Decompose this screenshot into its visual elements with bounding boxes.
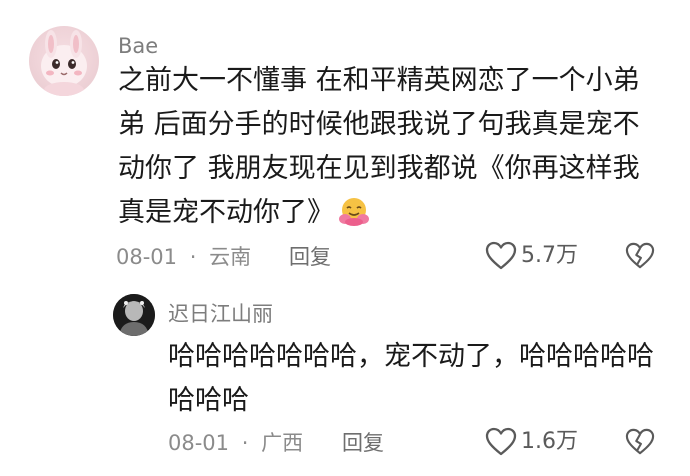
comment-location: 广西 [261,431,304,455]
like-button[interactable]: 1.6万 [485,427,578,457]
heart-outline-icon [485,241,517,270]
meta-separator: · [241,431,249,455]
hugging-face-emoji [339,198,369,226]
comment-body: 哈哈哈哈哈哈哈，宠不动了，哈哈哈哈哈 哈哈哈 [168,335,668,423]
comment-line: 哈哈哈哈哈哈哈，宠不动了，哈哈哈哈哈 [168,341,654,372]
like-count: 1.6万 [521,429,578,454]
comment-line: 哈哈哈 [168,385,249,416]
comment-line-last: 真是宠不动你了》 [118,191,678,235]
comment-body: 之前大一不懂事 在和平精英网恋了一个小弟 弟 后面分手的时候他跟我说了句我真是宠… [118,59,678,235]
like-count: 5.7万 [521,243,578,268]
broken-heart-icon[interactable] [625,428,655,456]
heart-outline-icon [485,427,517,456]
comment-line: 弟 后面分手的时候他跟我说了句我真是宠不 [118,109,640,140]
comment-line: 之前大一不懂事 在和平精英网恋了一个小弟 [118,65,640,96]
comment-meta: 08-01 · 云南 [116,247,251,268]
comment-username[interactable]: Bae [118,36,158,57]
comment-location: 云南 [209,245,252,269]
reply-button[interactable]: 回复 [342,433,384,454]
avatar-figure-icon [113,294,155,336]
comment-line: 动你了 我朋友现在见到我都说《你再这样我 [118,153,640,184]
comment-date: 08-01 [116,245,178,269]
comment-username[interactable]: 迟日江山丽 [168,304,273,325]
avatar[interactable] [113,294,155,336]
like-button[interactable]: 5.7万 [485,241,578,271]
comment-line: 真是宠不动你了》 [118,197,334,228]
avatar-rabbit-icon [41,30,87,96]
comment-date: 08-01 [168,431,230,455]
reply-button[interactable]: 回复 [289,247,331,268]
comment-meta: 08-01 · 广西 [168,433,303,454]
broken-heart-icon[interactable] [625,242,655,270]
avatar[interactable] [29,26,99,96]
meta-separator: · [189,245,197,269]
